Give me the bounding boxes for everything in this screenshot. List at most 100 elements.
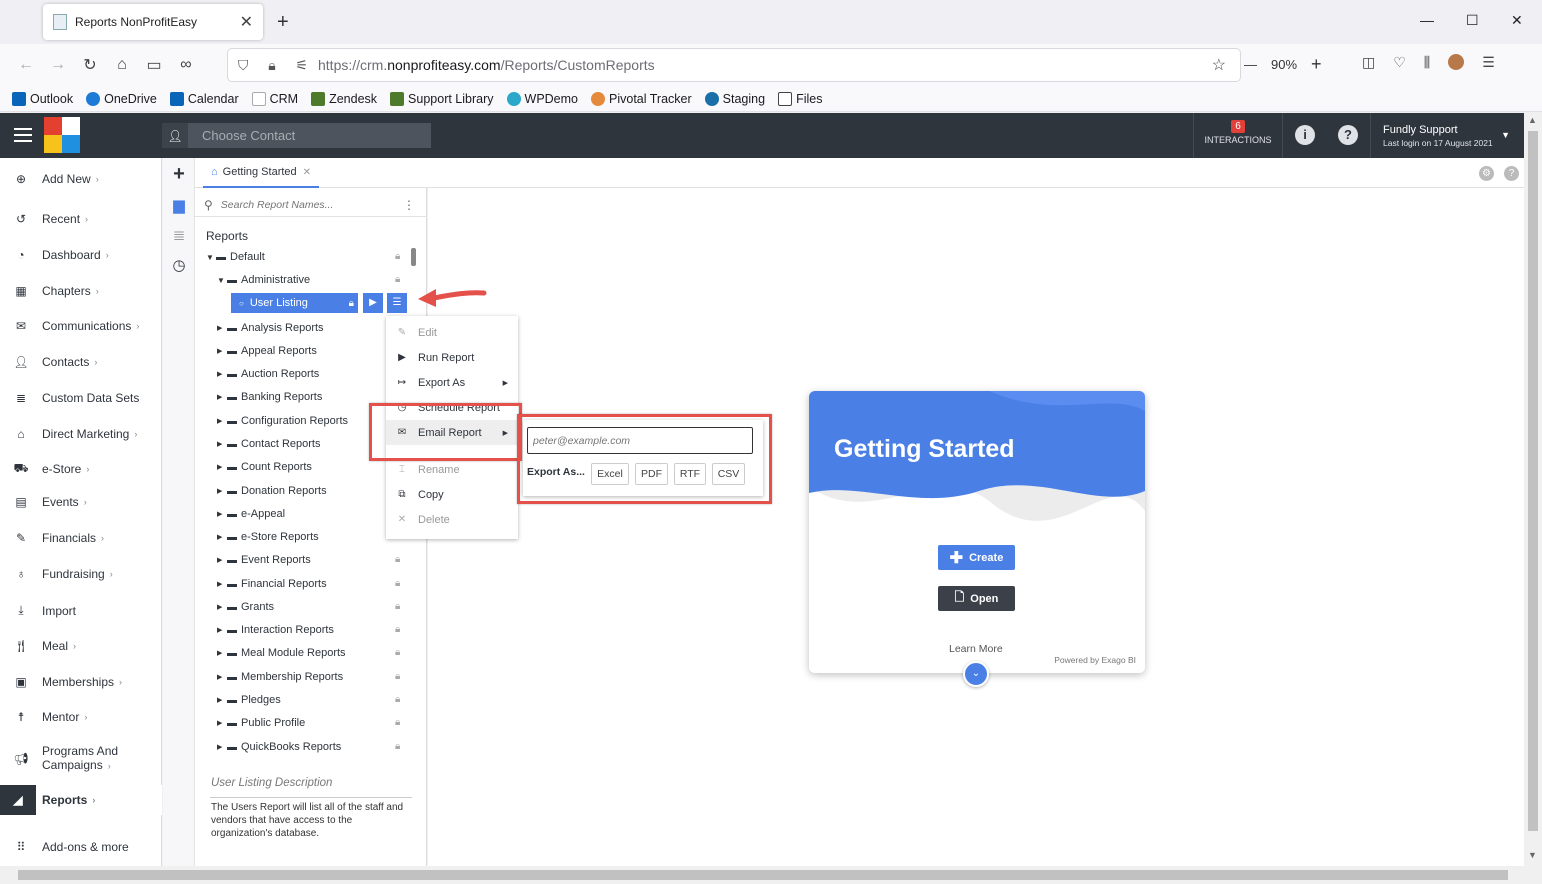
library-icon[interactable]: ⫼ [1424,54,1430,71]
tree-node-folder[interactable]: ▶ ▬ Donation Reports [217,482,327,500]
settings-icon[interactable]: ⚙ [1479,166,1494,181]
bookmark-onedrive[interactable]: OneDrive [86,91,157,106]
sidebar-item-reports[interactable]: ◢ Reports › [0,785,162,815]
menu-item-edit[interactable]: ✎ Edit [386,320,518,345]
sidebar-item-dashboard[interactable]: ◔ Dashboard › [0,248,162,262]
reader-icon[interactable]: ▭ [138,55,170,75]
add-report-icon[interactable]: + [170,164,188,184]
close-tab-icon[interactable]: ✕ [240,12,253,32]
forward-icon[interactable]: → [42,56,74,74]
bookmark-outlook[interactable]: Outlook [12,91,73,106]
choose-contact-field[interactable]: 👤︎ Choose Contact [162,123,431,148]
zoom-out-icon[interactable]: — [1244,57,1257,72]
report-file-icon[interactable]: ▆ [170,196,188,214]
database-icon[interactable]: ≣ [170,226,188,244]
sidebar-item-contacts[interactable]: 👤︎ Contacts › [0,355,162,369]
sidebar-item-add-new[interactable]: ⊕ Add New › [0,172,162,186]
shield-icon[interactable]: ⛉ [238,57,249,74]
sidebar-item-memberships[interactable]: ▣ Memberships › [0,675,162,689]
home-icon[interactable]: ⌂ [106,56,138,74]
zoom-in-icon[interactable]: + [1311,54,1322,75]
zoom-level[interactable]: 90% [1271,57,1297,72]
sidebar-toggle-icon[interactable]: ◫ [1362,54,1375,71]
menu-item-copy[interactable]: ⧉ Copy [386,482,518,507]
bookmark-support-library[interactable]: Support Library [390,91,494,106]
bookmark-zendesk[interactable]: Zendesk [311,91,377,106]
scroll-up-icon[interactable]: ▲ [1528,115,1537,125]
tree-node-folder[interactable]: ▶ ▬ Pledges [217,691,281,709]
profile-avatar-icon[interactable] [1448,54,1465,70]
page-horizontal-scrollbar[interactable] [0,866,1542,884]
clock-icon[interactable]: ◷ [170,256,188,274]
create-button[interactable]: ✚ Create [938,545,1015,570]
tree-node-folder[interactable]: ▶ ▬ Contact Reports [217,435,320,453]
permissions-icon[interactable]: ⚟ [296,57,309,74]
open-button[interactable]: 🗋 Open [938,586,1015,611]
tree-node-folder[interactable]: ▶ ▬ Auction Reports [217,365,319,383]
page-vertical-scrollbar[interactable]: ▲ ▼ [1524,113,1542,866]
tree-node-folder[interactable]: ▶ ▬ e-Appeal [217,505,285,523]
bookmark-star-icon[interactable]: ☆ [1212,55,1226,75]
vertical-scroll-thumb[interactable] [1528,131,1538,831]
tree-node-administrative[interactable]: ▼ ▬ Administrative [217,271,310,289]
lock-icon[interactable]: 🔒︎ [268,57,275,74]
bookmark-staging[interactable]: Staging [704,91,765,106]
tree-node-user-listing[interactable]: ○ User Listing 🔒︎ [231,293,358,313]
tree-node-folder[interactable]: ▶ ▬ Appeal Reports [217,342,317,360]
maximize-icon[interactable]: ☐ [1466,12,1479,29]
tree-node-folder[interactable]: ▶ ▬ e-Store Reports [217,528,319,546]
tree-node-folder[interactable]: ▶ ▬ Public Profile [217,714,305,732]
back-icon[interactable]: ← [10,56,42,74]
bookmark-crm[interactable]: CRM [251,91,298,106]
learn-more-link[interactable]: Learn More [949,643,1003,655]
bookmark-files[interactable]: Files [778,91,822,106]
url-text[interactable]: https://crm.nonprofiteasy.com/Reports/Cu… [318,57,655,73]
sidebar-item-financials[interactable]: ✎ Financials › [0,531,162,545]
scroll-down-icon[interactable]: ▼ [1528,850,1537,860]
minimize-icon[interactable]: — [1420,12,1434,28]
browser-tab[interactable]: Reports NonProfitEasy ✕ [43,4,263,40]
more-options-icon[interactable]: ⋮ [403,198,415,212]
tree-node-folder[interactable]: ▶ ▬ Count Reports [217,458,312,476]
menu-item-export-as[interactable]: ↦ Export As ▶ [386,370,518,395]
user-menu[interactable]: Fundly Support Last login on 17 August 2… [1370,113,1524,158]
sidebar-item-e-store[interactable]: ⛟ e-Store › [0,461,162,477]
sidebar-item-fundraising[interactable]: ♁ Fundraising › [0,567,162,581]
bookmark-pivotal-tracker[interactable]: Pivotal Tracker [591,91,692,106]
sidebar-item-events[interactable]: ▤ Events › [0,495,162,509]
sidebar-item-mentor[interactable]: ☨ Mentor › [0,710,162,724]
info-icon[interactable]: i [1295,125,1315,145]
sidebar-item-direct-marketing[interactable]: ⌂ Direct Marketing › [0,427,162,441]
tree-node-folder[interactable]: ▶ ▬ Grants [217,598,274,616]
tree-node-folder[interactable]: ▶ ▬ Configuration Reports [217,412,348,430]
sidebar-item-recent[interactable]: ↺ Recent › [0,212,162,226]
tree-node-folder[interactable]: ▶ ▬ QuickBooks Reports [217,738,341,756]
reload-icon[interactable]: ↻ [74,55,106,75]
sidebar-item-meal[interactable]: 🍴︎ Meal › [0,639,162,653]
menu-icon[interactable]: ☰ [1482,54,1495,71]
tab-getting-started[interactable]: ⌂ Getting Started ✕ [203,158,320,188]
hamburger-menu-icon[interactable] [14,128,32,146]
menu-item-run-report[interactable]: ▶ Run Report [386,345,518,370]
sidebar-item-add-ons[interactable]: ⠿ Add-ons & more [0,840,162,854]
url-bar[interactable]: ⛉ 🔒︎ ⚟ https://crm.nonprofiteasy.com/Rep… [228,49,1240,81]
run-report-button[interactable]: ▶ [363,293,383,313]
tree-node-folder[interactable]: ▶ ▬ Financial Reports [217,575,327,593]
sidebar-item-programs-and-campaigns[interactable]: 📢︎ Programs And Campaigns › [0,744,162,773]
sidebar-item-chapters[interactable]: ▦ Chapters › [0,284,162,298]
close-tab-icon[interactable]: ✕ [303,167,311,178]
new-tab-icon[interactable]: + [277,11,289,34]
help-icon[interactable]: ? [1504,166,1519,181]
horizontal-scroll-thumb[interactable] [18,870,1508,880]
help-icon[interactable]: ? [1338,125,1358,145]
tree-node-default[interactable]: ▼ ▬ Default [206,248,265,266]
sidebar-item-custom-data-sets[interactable]: ≣ Custom Data Sets [0,391,162,405]
tree-node-folder[interactable]: ▶ ▬ Membership Reports [217,668,343,686]
report-menu-button[interactable]: ☰ [387,293,407,313]
sidebar-item-communications[interactable]: ✉ Communications › [0,319,162,333]
tree-node-folder[interactable]: ▶ ▬ Analysis Reports [217,319,324,337]
bookmark-calendar[interactable]: Calendar [169,91,239,106]
sidebar-item-import[interactable]: ⤓ Import [0,603,162,618]
tree-scroll-thumb[interactable] [411,248,416,266]
tree-node-folder[interactable]: ▶ ▬ Interaction Reports [217,621,334,639]
